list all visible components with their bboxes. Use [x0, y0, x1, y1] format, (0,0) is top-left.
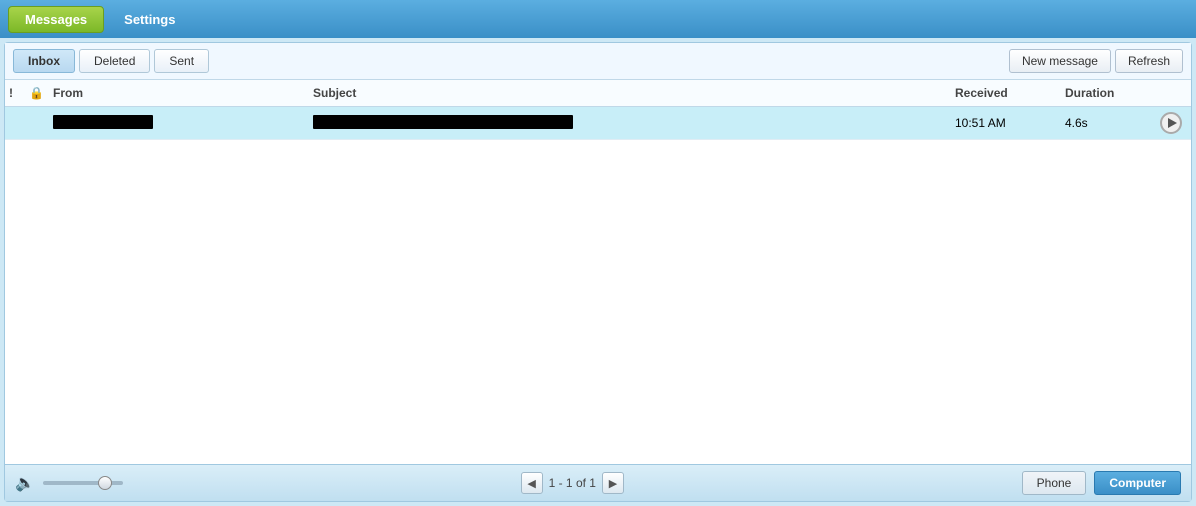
slider-thumb[interactable] [98, 476, 112, 490]
subject-redacted [313, 115, 573, 129]
header-action [1151, 91, 1191, 95]
next-page-button[interactable]: ▶ [602, 472, 624, 494]
volume-slider[interactable] [43, 481, 123, 485]
lock-icon: 🔒 [29, 86, 44, 100]
row-subject [309, 113, 951, 134]
pagination-text: 1 - 1 of 1 [549, 476, 596, 490]
row-duration: 4.6s [1061, 114, 1151, 132]
row-from [49, 113, 309, 134]
nav-tab-messages[interactable]: Messages [8, 6, 104, 33]
slider-track [43, 481, 123, 485]
header-important: ! [5, 84, 25, 102]
tab-inbox[interactable]: Inbox [13, 49, 75, 73]
prev-page-button[interactable]: ◀ [521, 472, 543, 494]
row-received: 10:51 AM [951, 114, 1061, 132]
header-lock: 🔒 [25, 84, 49, 102]
row-important [5, 121, 25, 125]
computer-button[interactable]: Computer [1094, 471, 1181, 495]
phone-button[interactable]: Phone [1022, 471, 1087, 495]
tab-deleted[interactable]: Deleted [79, 49, 150, 73]
pagination: ◀ 1 - 1 of 1 ▶ [521, 472, 624, 494]
row-lock [25, 121, 49, 125]
refresh-button[interactable]: Refresh [1115, 49, 1183, 73]
tab-sent[interactable]: Sent [154, 49, 209, 73]
nav-tab-settings[interactable]: Settings [108, 7, 191, 32]
header-duration: Duration [1061, 84, 1151, 102]
play-button[interactable] [1160, 112, 1182, 134]
top-nav: Messages Settings [0, 0, 1196, 38]
volume-icon: 🔈 [15, 473, 35, 493]
table-row[interactable]: 10:51 AM 4.6s [5, 107, 1191, 140]
header-received: Received [951, 84, 1061, 102]
row-play[interactable] [1151, 110, 1191, 136]
header-subject: Subject [309, 84, 951, 102]
table-body: 10:51 AM 4.6s [5, 107, 1191, 464]
header-from: From [49, 84, 309, 102]
from-redacted [53, 115, 153, 129]
new-message-button[interactable]: New message [1009, 49, 1111, 73]
table-header: ! 🔒 From Subject Received Duration [5, 80, 1191, 107]
main-content: Inbox Deleted Sent New message Refresh !… [4, 42, 1192, 502]
footer: 🔈 ◀ 1 - 1 of 1 ▶ Phone Computer [5, 464, 1191, 501]
toolbar: Inbox Deleted Sent New message Refresh [5, 43, 1191, 80]
